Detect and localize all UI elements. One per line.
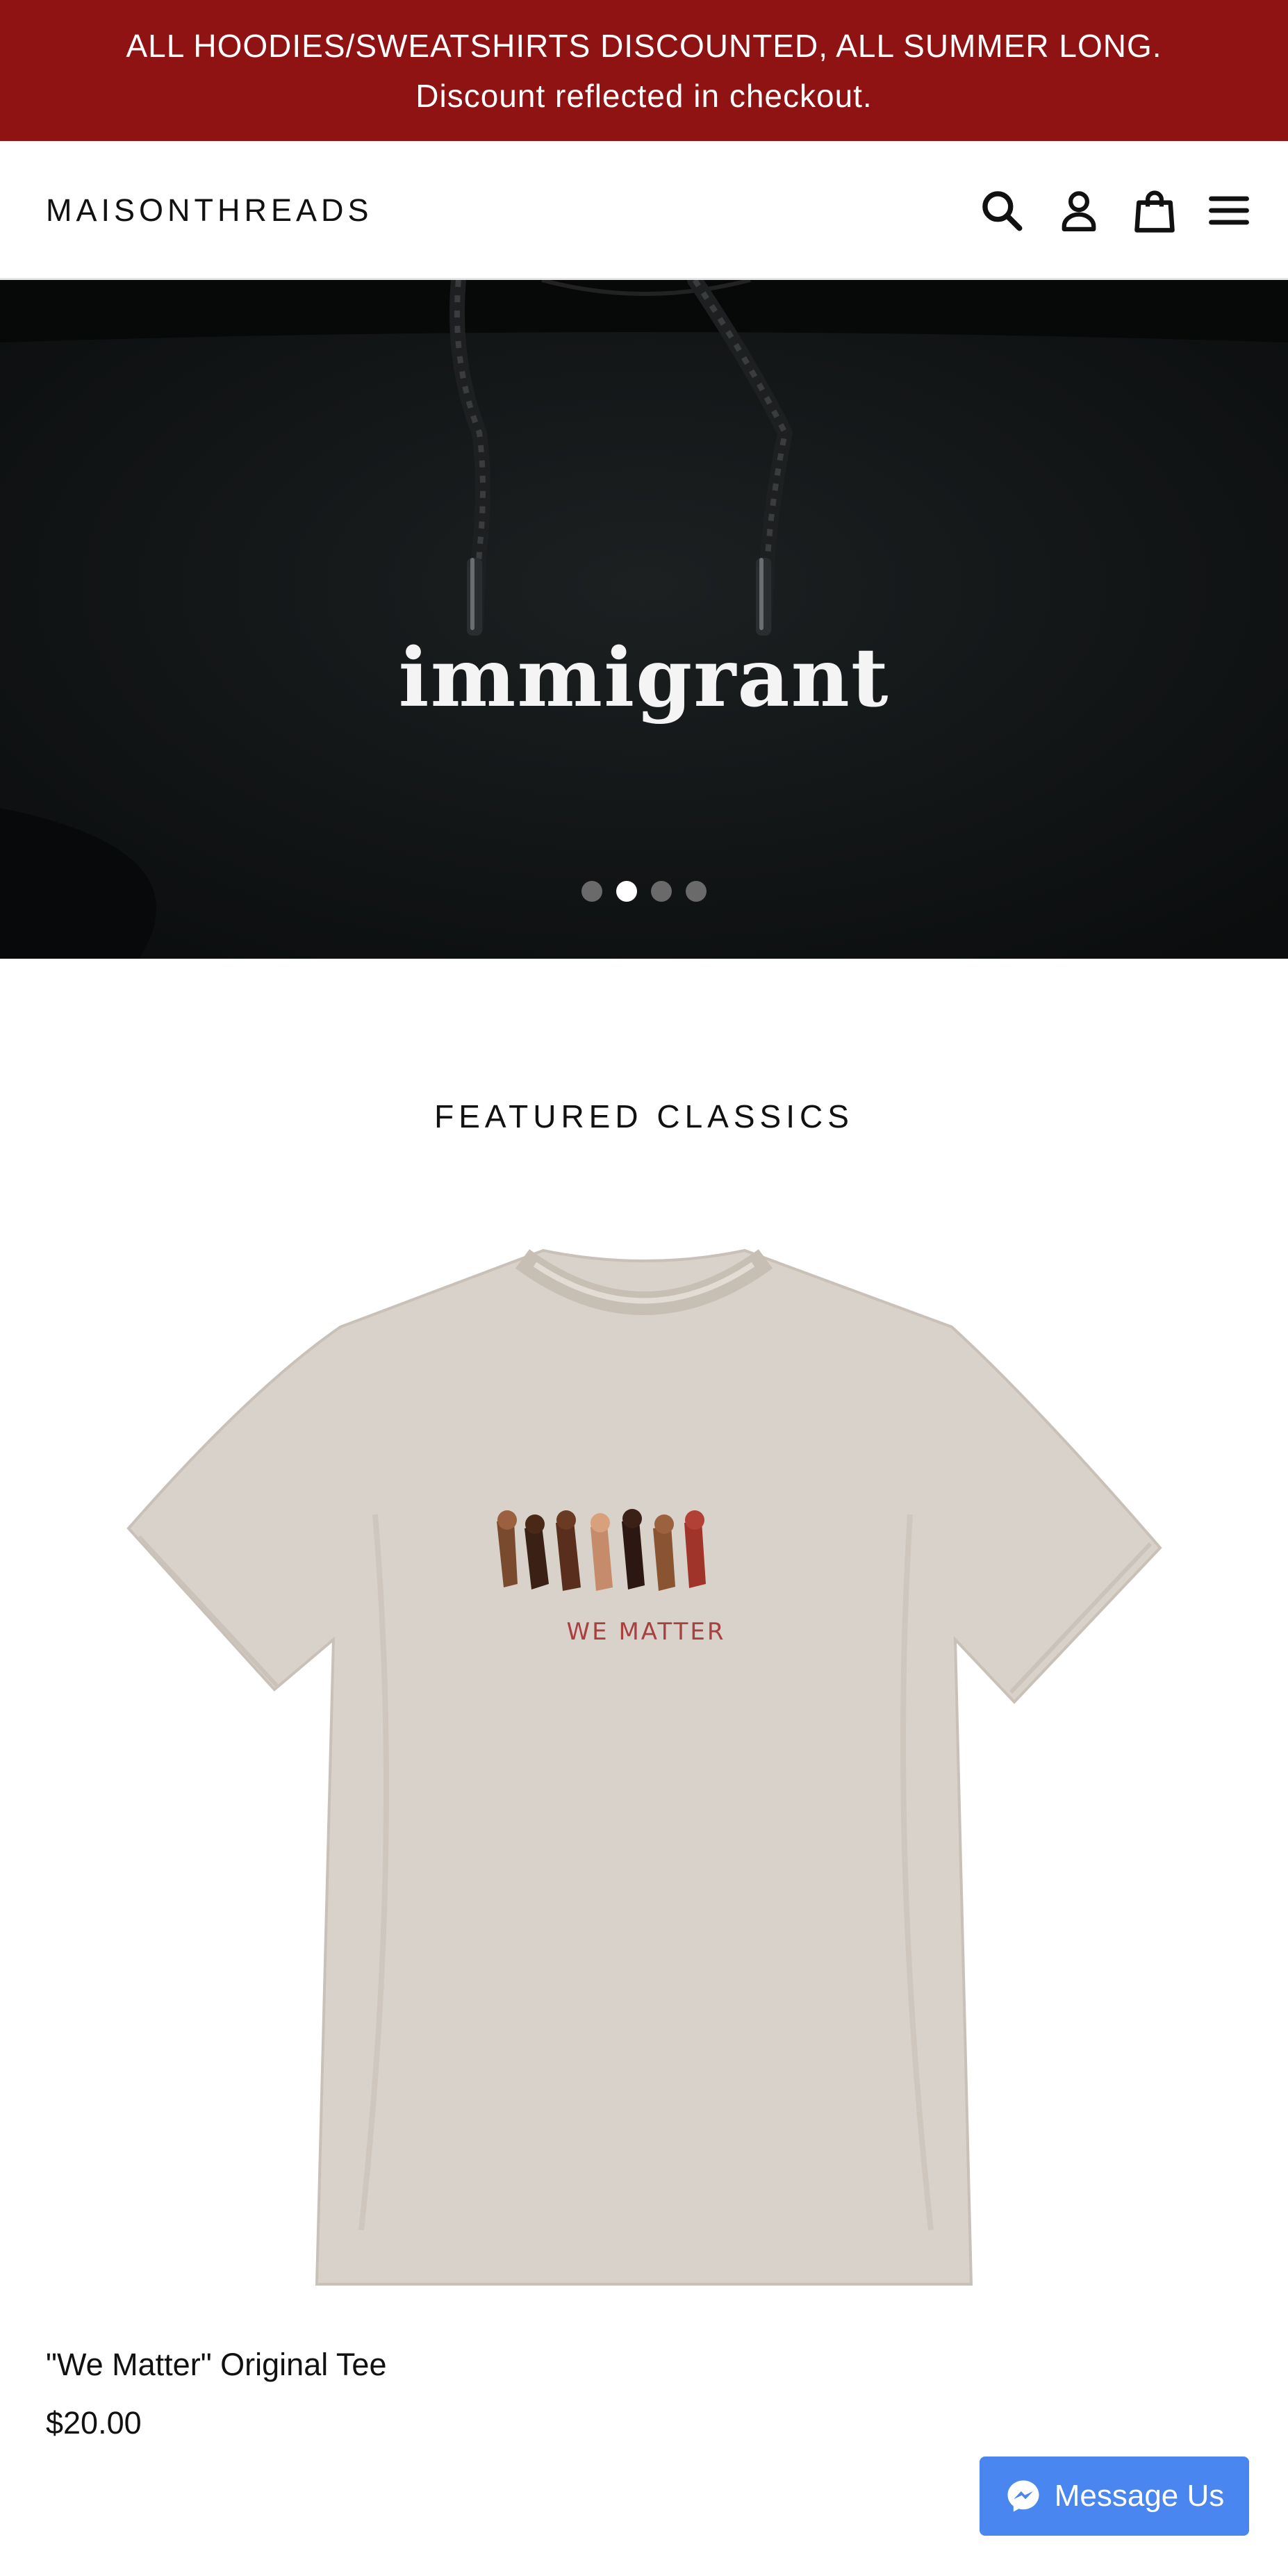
message-us-button[interactable]: Message Us bbox=[980, 2457, 1249, 2536]
account-icon[interactable] bbox=[1052, 184, 1105, 237]
search-icon[interactable] bbox=[975, 184, 1028, 237]
hero-hoodie-image bbox=[0, 280, 1288, 959]
slideshow-dots bbox=[0, 877, 1288, 905]
hero-slideshow[interactable]: immigrant bbox=[0, 280, 1288, 959]
announcement-line-2: Discount reflected in checkout. bbox=[415, 77, 873, 114]
menu-icon[interactable] bbox=[1203, 184, 1255, 237]
messenger-icon bbox=[1007, 2480, 1039, 2512]
hero-caption: immigrant bbox=[398, 631, 890, 725]
product-graphic-text: WE MATTER bbox=[567, 1618, 726, 1646]
slide-dot-2[interactable] bbox=[616, 881, 637, 902]
featured-section-title: FEATURED CLASSICS bbox=[434, 1098, 854, 1134]
announcement-bar: ALL HOODIES/SWEATSHIRTS DISCOUNTED, ALL … bbox=[0, 0, 1288, 141]
site-logo[interactable]: MAISONTHREADS bbox=[46, 141, 373, 280]
product-price: $20.00 bbox=[46, 2405, 142, 2441]
message-us-label: Message Us bbox=[1054, 2479, 1225, 2513]
slide-dot-1[interactable] bbox=[581, 881, 602, 902]
slide-dot-4[interactable] bbox=[686, 881, 707, 902]
announcement-line-1: ALL HOODIES/SWEATSHIRTS DISCOUNTED, ALL … bbox=[126, 27, 1162, 64]
product-image[interactable]: WE MATTER bbox=[111, 1223, 1177, 2293]
slide-dot-3[interactable] bbox=[651, 881, 672, 902]
product-title[interactable]: "We Matter" Original Tee bbox=[46, 2347, 386, 2383]
site-header: MAISONTHREADS bbox=[0, 141, 1288, 280]
cart-icon[interactable] bbox=[1128, 184, 1181, 237]
